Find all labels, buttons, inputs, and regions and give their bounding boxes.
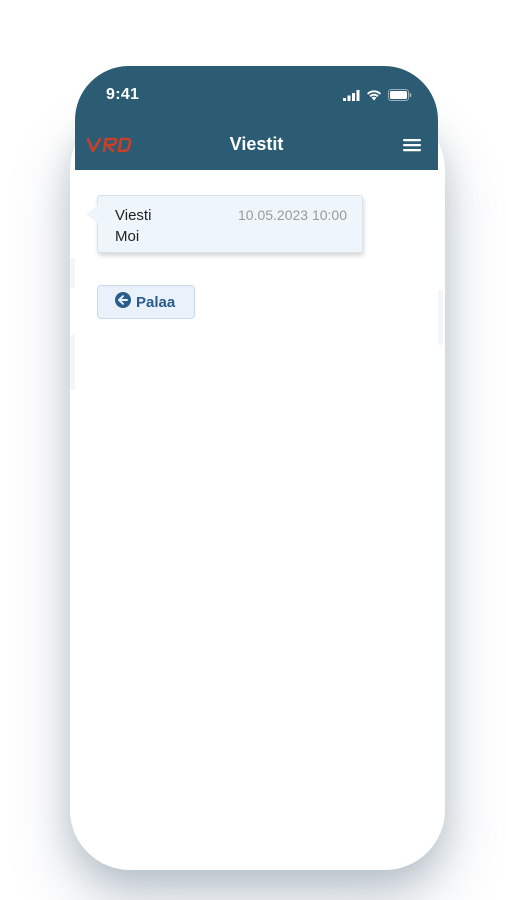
message-bubble[interactable]: Viesti 10.05.2023 10:00 Moi: [86, 195, 363, 253]
page-title: Viestit: [229, 134, 284, 154]
status-icons: [343, 88, 412, 106]
back-button[interactable]: Palaa: [97, 285, 195, 319]
main-content: Viesti 10.05.2023 10:00 Moi Palaa: [75, 170, 438, 840]
battery-icon: [388, 88, 412, 106]
screenshot-stage: 9:41 Viestit Viesti 10.05.2023 10:00 Moi…: [0, 0, 506, 900]
navbar: Viestit: [75, 128, 438, 162]
message-timestamp: 10.05.2023 10:00: [238, 207, 347, 223]
phone-frame: 9:41 Viestit Viesti 10.05.2023 10:00 Moi…: [75, 66, 438, 840]
message-text: Moi: [115, 228, 140, 245]
signal-icon: [343, 88, 360, 106]
app-header: 9:41 Viestit: [75, 66, 438, 170]
arrow-circle-left-icon: [115, 291, 131, 313]
hamburger-menu-icon[interactable]: [403, 137, 421, 153]
status-time: 9:41: [106, 86, 140, 103]
wifi-icon: [366, 88, 382, 106]
back-button-label: Palaa: [136, 293, 176, 311]
message-sender: Viesti: [115, 207, 152, 224]
message-bubble-tail: [86, 205, 98, 223]
